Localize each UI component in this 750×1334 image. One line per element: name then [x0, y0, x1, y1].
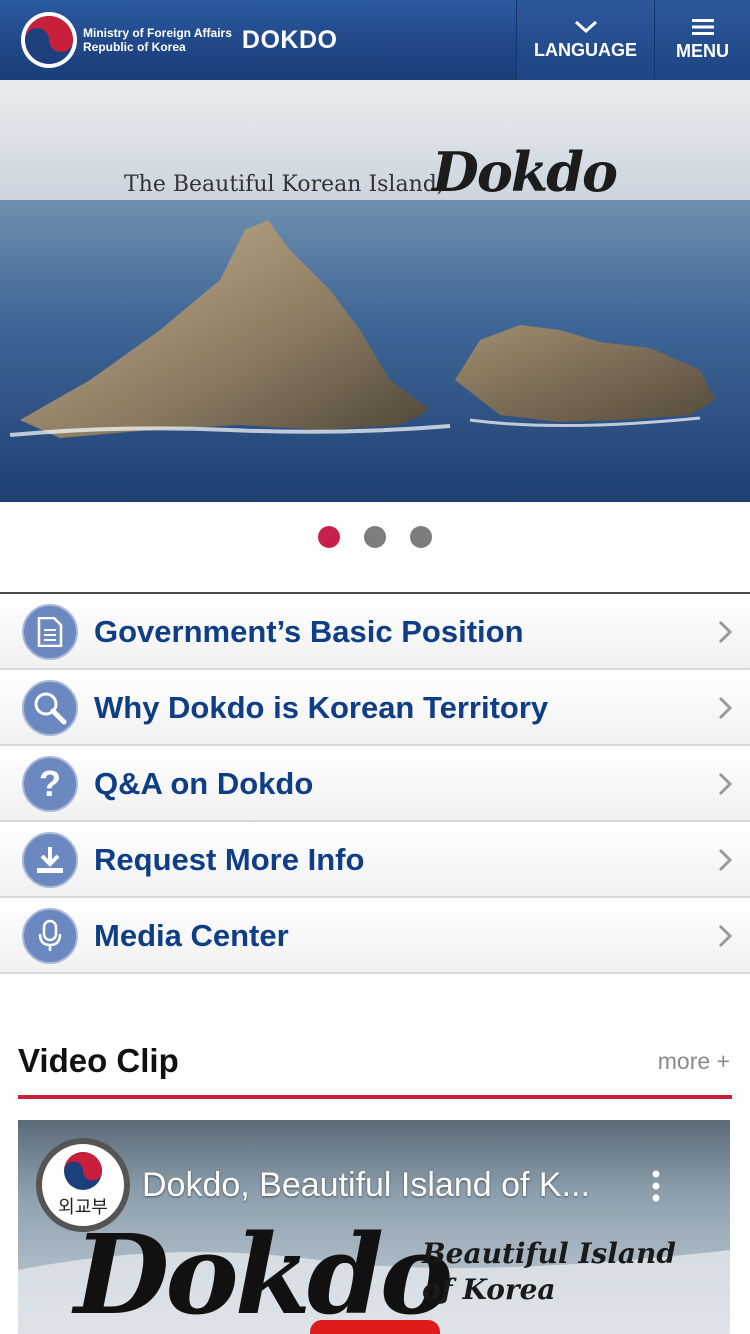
video-title[interactable]: Dokdo, Beautiful Island of K... — [142, 1166, 602, 1205]
download-icon — [22, 832, 78, 888]
more-options-icon[interactable] — [650, 1168, 662, 1204]
hero-logo-text: Dokdo — [432, 140, 618, 204]
menu-item-label: Q&A on Dokdo — [94, 766, 314, 801]
menu-item-qa[interactable]: ? Q&A on Dokdo — [0, 746, 750, 822]
ministry-line2: Republic of Korea — [83, 40, 186, 54]
menu-item-label: Why Dokdo is Korean Territory — [94, 690, 549, 725]
thumbnail-subtitle: Beautiful Island of Korea — [422, 1236, 676, 1308]
video-clip-heading: Video Clip — [18, 1042, 179, 1079]
slide-dot-1[interactable] — [318, 526, 340, 548]
menu-item-label: Media Center — [94, 918, 289, 953]
play-button[interactable] — [310, 1320, 440, 1334]
chevron-down-icon — [574, 20, 597, 33]
menu-item-request-info[interactable]: Request More Info — [0, 822, 750, 898]
menu-button[interactable]: MENU — [654, 0, 750, 80]
chevron-right-icon — [718, 924, 732, 948]
thumbnail-big-text: Dokdo — [74, 1210, 453, 1334]
language-label: LANGUAGE — [534, 39, 637, 60]
chevron-right-icon — [718, 696, 732, 720]
top-header: Ministry of Foreign Affairs Republic of … — [0, 0, 750, 80]
taegeuk-emblem-icon — [21, 12, 77, 68]
question-icon: ? — [22, 756, 78, 812]
hero-island-image — [0, 80, 750, 502]
chevron-right-icon — [718, 848, 732, 872]
chevron-right-icon — [718, 620, 732, 644]
main-menu-list: Government’s Basic Position Why Dokdo is… — [0, 594, 750, 974]
thumbnail-subtitle-line1: Beautiful Island — [422, 1237, 676, 1270]
video-player[interactable]: 외교부 Dokdo, Beautiful Island of K... Dokd… — [18, 1120, 730, 1334]
video-clip-underline — [18, 1095, 732, 1099]
slider-pagination — [318, 526, 432, 548]
menu-item-label: Request More Info — [94, 842, 365, 877]
slide-dot-3[interactable] — [410, 526, 432, 548]
menu-item-government-position[interactable]: Government’s Basic Position — [0, 594, 750, 670]
hamburger-icon — [691, 18, 714, 35]
thumbnail-subtitle-line2: of Korea — [422, 1273, 556, 1306]
language-button[interactable]: LANGUAGE — [516, 0, 654, 80]
video-clip-more-link[interactable]: more + — [658, 1048, 730, 1075]
menu-item-label: Government’s Basic Position — [94, 614, 524, 649]
site-logo[interactable]: Ministry of Foreign Affairs Republic of … — [20, 10, 337, 70]
site-name: DOKDO — [241, 25, 338, 54]
slide-dot-2[interactable] — [364, 526, 386, 548]
menu-label: MENU — [676, 40, 729, 61]
taegeuk-emblem-icon — [64, 1152, 102, 1190]
menu-item-why-korean-territory[interactable]: Why Dokdo is Korean Territory — [0, 670, 750, 746]
magnifier-icon — [22, 680, 78, 736]
menu-item-media-center[interactable]: Media Center — [0, 898, 750, 974]
microphone-icon — [22, 908, 78, 964]
chevron-right-icon — [718, 772, 732, 796]
ministry-name: Ministry of Foreign Affairs Republic of … — [83, 26, 232, 54]
ministry-line1: Ministry of Foreign Affairs — [83, 26, 232, 40]
hero-banner[interactable]: The Beautiful Korean Island, Dokdo — [0, 80, 750, 502]
document-icon — [22, 604, 78, 660]
hero-title: The Beautiful Korean Island, — [124, 172, 444, 197]
